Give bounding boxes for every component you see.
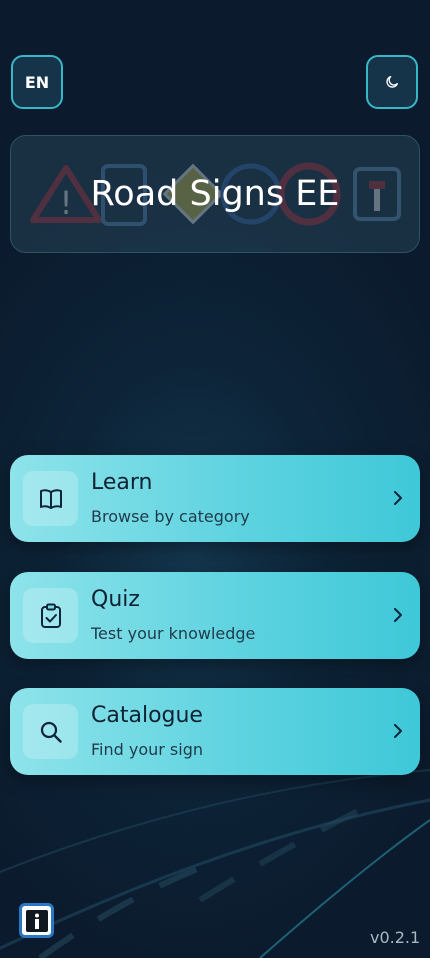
- quiz-card-button[interactable]: Quiz Test your knowledge: [10, 572, 420, 659]
- app-title: Road Signs EE: [90, 174, 340, 214]
- chevron-right-icon: [390, 488, 406, 508]
- quiz-icon-box: [23, 588, 78, 643]
- chevron-right-icon: [390, 605, 406, 625]
- catalogue-title: Catalogue: [91, 703, 203, 728]
- app-banner: ! Road Signs EE: [10, 135, 420, 253]
- language-button[interactable]: EN: [11, 55, 63, 109]
- learn-title: Learn: [91, 470, 153, 495]
- catalogue-icon-box: [23, 704, 78, 759]
- learn-card-button[interactable]: Learn Browse by category: [10, 455, 420, 542]
- quiz-title: Quiz: [91, 587, 140, 612]
- quiz-subtitle: Test your knowledge: [91, 624, 256, 643]
- book-icon: [39, 488, 62, 509]
- catalogue-card-button[interactable]: Catalogue Find your sign: [10, 688, 420, 775]
- learn-icon-box: [23, 471, 78, 526]
- info-button[interactable]: [19, 903, 54, 938]
- app-version: v0.2.1: [370, 928, 421, 947]
- chevron-right-icon: [390, 721, 406, 741]
- learn-subtitle: Browse by category: [91, 507, 250, 526]
- theme-toggle-button[interactable]: [366, 55, 418, 109]
- moon-icon: [386, 76, 398, 88]
- search-icon: [40, 721, 62, 743]
- clipboard-check-icon: [40, 603, 61, 628]
- catalogue-subtitle: Find your sign: [91, 740, 204, 759]
- info-icon: [25, 909, 48, 932]
- language-label: EN: [24, 72, 50, 92]
